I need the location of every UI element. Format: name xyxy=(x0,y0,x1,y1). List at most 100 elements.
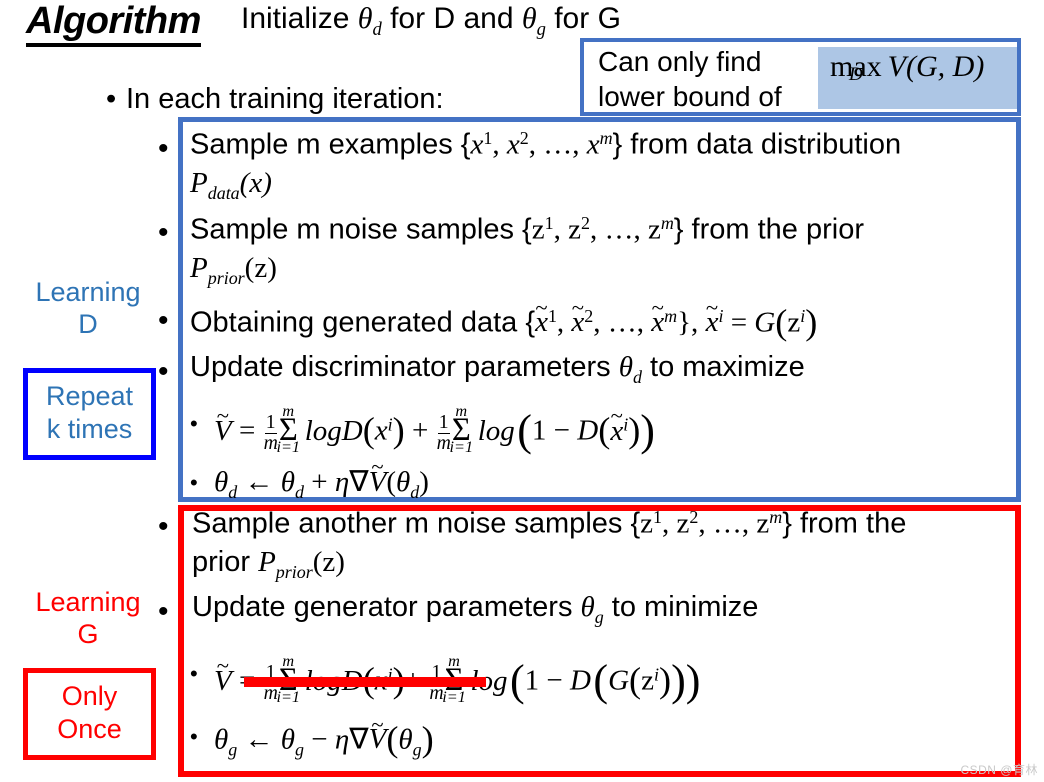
bullet-icon: • xyxy=(190,470,198,495)
one: 1 xyxy=(531,414,547,447)
tilde-icon: ~ xyxy=(610,402,623,428)
sum-lower: i=1 xyxy=(442,688,466,707)
v-tilde: ~ V xyxy=(214,653,232,698)
bullet-icon: • xyxy=(158,355,169,388)
training-iteration-text: In each training iteration: xyxy=(126,83,444,115)
plus: + xyxy=(303,466,335,498)
x-arg: x xyxy=(374,414,388,447)
callout-line-2: lower bound of xyxy=(598,81,782,113)
z-index-1: 1 xyxy=(544,213,554,233)
close-paren: ) xyxy=(805,302,818,342)
z-index-m: m xyxy=(769,507,783,527)
x-set-2: x xyxy=(506,128,520,161)
step-obtaining-generated-data: Obtaining generated data {~ x1, ~ x2, …, ~… xyxy=(190,295,818,345)
repeat-k-times-box: Repeat k times xyxy=(23,368,156,460)
x-index-m: m xyxy=(599,128,613,148)
initialize-prefix: Initialize xyxy=(241,2,358,35)
step-text: Update discriminator parameters xyxy=(190,351,619,383)
theta-d-subscript: d xyxy=(410,481,420,502)
step-sample-m-noise: Sample m noise samples {z1, z2, …, zm} f… xyxy=(190,212,864,248)
formula-theta-g-update: • θg ← θg − η∇ ~ V(θg) xyxy=(190,712,434,760)
eta-symbol: η xyxy=(334,723,350,756)
open-paren: ( xyxy=(775,302,788,342)
step-text: Sample m noise samples { xyxy=(190,213,532,246)
x-tilde-i: ~ x xyxy=(610,403,623,448)
x-tilde-m: ~ x xyxy=(651,295,664,341)
tilde-icon: ~ xyxy=(535,294,548,320)
initialize-line: Initialize θd for D and θg for G xyxy=(241,1,621,41)
step-text: Sample m examples { xyxy=(190,128,471,161)
z-set: z xyxy=(640,507,654,540)
step-text-2: to minimize xyxy=(603,591,759,623)
formula-v-tilde-d: • ~ V = 1 m Σm i=1 logD(xi) + 1 m Σm i=1 log (1 − … xyxy=(190,401,655,457)
training-iteration-line: • In each training iteration: xyxy=(106,83,444,116)
plus: + xyxy=(404,414,436,447)
p-arg: (x) xyxy=(239,167,272,199)
tilde-icon: ~ xyxy=(651,294,664,320)
idx2: 2 xyxy=(584,306,594,327)
callout-line-1: Can only find xyxy=(598,46,762,77)
tilde-icon: ~ xyxy=(571,294,584,320)
nabla-icon: ∇ xyxy=(349,466,369,498)
theta-g-subscript: g xyxy=(228,739,238,760)
x-index-1: 1 xyxy=(483,128,493,148)
bullet-icon: • xyxy=(158,132,169,165)
learning-g-label: Learning G xyxy=(35,587,141,650)
open-paren: ( xyxy=(598,410,611,451)
sum-upper: m xyxy=(455,401,468,420)
z-index-m: m xyxy=(660,213,674,233)
p-symbol: P xyxy=(190,252,208,284)
sum-lower: i=1 xyxy=(276,688,301,707)
one: 1 xyxy=(524,664,540,697)
p-symbol: P xyxy=(258,546,276,578)
v-tilde: ~ V xyxy=(369,454,387,499)
initialize-mid: for D and xyxy=(381,2,522,35)
ellipsis: , …, xyxy=(528,128,587,161)
d-function: D xyxy=(570,664,591,697)
theta-symbol: θ xyxy=(214,723,229,756)
sum-upper: m xyxy=(282,401,295,420)
z-set-2: z xyxy=(676,507,690,540)
comma: , xyxy=(556,306,572,339)
sum-upper: m xyxy=(448,651,460,670)
tilde-icon: ~ xyxy=(216,652,229,678)
minus: − xyxy=(303,723,335,756)
close-paren: ) xyxy=(421,719,434,759)
theta-g-subscript: g xyxy=(536,19,546,41)
tilde-icon: ~ xyxy=(371,711,384,737)
close-paren: ) xyxy=(419,466,429,498)
x-index-2: 2 xyxy=(519,128,529,148)
open-paren-big: ( xyxy=(509,656,525,705)
ellipsis: , …, xyxy=(593,306,652,339)
close-paren: ) xyxy=(628,410,641,451)
left-arrow-icon: ← xyxy=(237,466,281,498)
idxm: m xyxy=(664,306,678,327)
summation-2: Σmi=1 xyxy=(450,402,474,457)
p-subscript-prior: prior xyxy=(275,561,313,582)
p-prior-distribution-g: prior Pprior(z) xyxy=(192,545,345,583)
watermark: CSDN @育林 xyxy=(960,763,1038,777)
z-set-m: z xyxy=(647,213,661,246)
sum-lower: i=1 xyxy=(276,438,301,457)
theta-d-subscript: d xyxy=(228,481,238,502)
theta-d-subscript: d xyxy=(632,366,642,387)
ellipsis: , …, xyxy=(698,507,757,540)
p-arg: (z) xyxy=(312,546,345,578)
open-paren: ( xyxy=(386,719,399,759)
step-text-2: } from data distribution xyxy=(612,128,902,161)
formula-theta-d-update: • θd ← θd + η∇ ~ V(θd) xyxy=(190,454,429,503)
step-text-2: } from the prior xyxy=(673,213,864,246)
numerator: 1 xyxy=(265,410,276,433)
z-arg: z xyxy=(787,306,801,339)
theta-g-symbol: θ xyxy=(521,2,537,35)
z-set-m: z xyxy=(756,507,770,540)
sum-lower: i=1 xyxy=(449,438,474,457)
x-tilde-2: ~ x xyxy=(571,295,584,341)
close-paren: ) xyxy=(392,410,405,451)
bullet-icon: • xyxy=(190,411,198,436)
close-paren: ) xyxy=(659,660,672,701)
bullet-icon: • xyxy=(158,216,169,249)
comma: , xyxy=(492,128,507,161)
p-data-distribution: Pdata(x) xyxy=(190,166,272,204)
learning-d-label: Learning D xyxy=(35,277,141,340)
